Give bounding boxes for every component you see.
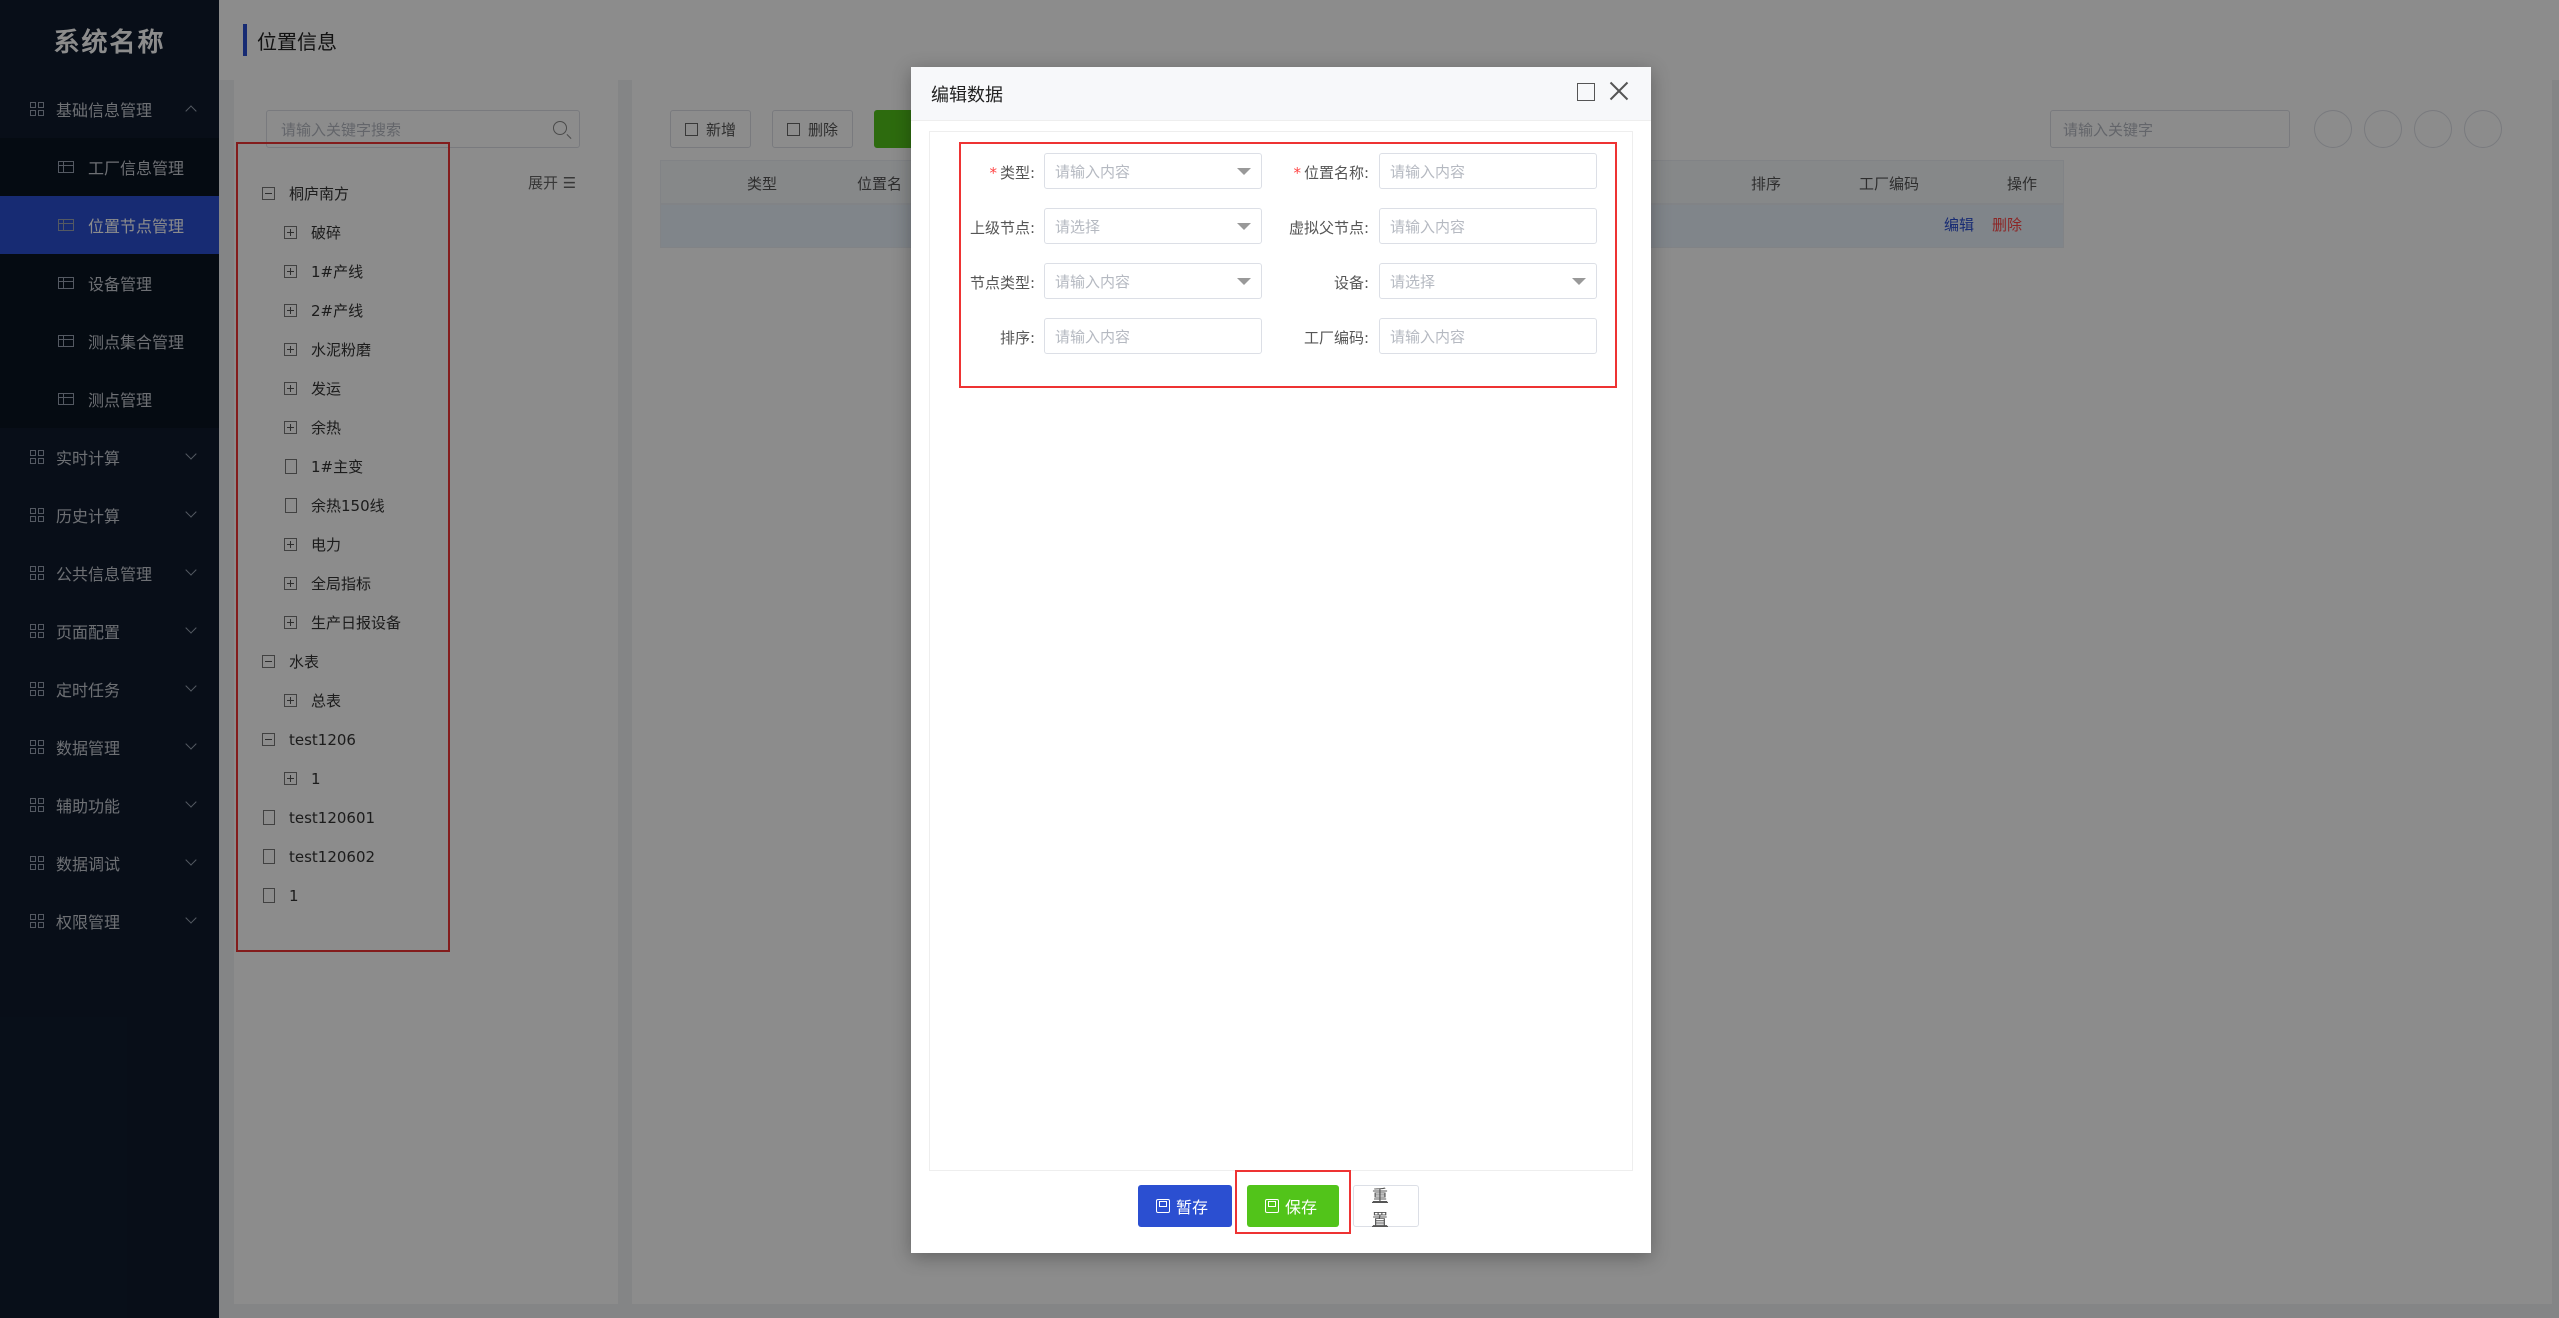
type-select[interactable]: 请输入内容 <box>1044 153 1262 189</box>
edit-dialog: 编辑数据 * 类型: 请输入内容 * 位置名称: 请输入内容 上级节点: 请选择 虚… <box>911 67 1651 1253</box>
virtual-parent-input[interactable]: 请输入内容 <box>1379 208 1597 244</box>
save-icon <box>1156 1199 1170 1213</box>
sort-label: 排序: <box>999 329 1035 347</box>
caret-down-icon <box>1237 223 1251 230</box>
location-name-label: * 位置名称: <box>1293 164 1369 182</box>
node-type-select[interactable]: 请输入内容 <box>1044 263 1262 299</box>
factory-code-label: 工厂编码: <box>1303 329 1369 347</box>
caret-down-icon <box>1237 278 1251 285</box>
factory-code-input[interactable]: 请输入内容 <box>1379 318 1597 354</box>
parent-node-label: 上级节点: <box>969 219 1035 237</box>
parent-node-select[interactable]: 请选择 <box>1044 208 1262 244</box>
caret-down-icon <box>1237 168 1251 175</box>
reset-button[interactable]: 重置 <box>1353 1185 1419 1229</box>
draft-button[interactable]: 暂存 <box>1138 1185 1232 1227</box>
dialog-title: 编辑数据 <box>931 84 1003 106</box>
node-type-label: 节点类型: <box>969 274 1035 292</box>
save-highlight-frame <box>1235 1170 1351 1234</box>
dialog-header: 编辑数据 <box>911 67 1651 121</box>
close-icon[interactable] <box>1605 77 1633 105</box>
device-select[interactable]: 请选择 <box>1379 263 1597 299</box>
type-label: * 类型: <box>989 164 1035 182</box>
device-label: 设备: <box>1333 274 1369 292</box>
sort-input[interactable]: 请输入内容 <box>1044 318 1262 354</box>
caret-down-icon <box>1572 278 1586 285</box>
maximize-icon[interactable] <box>1577 83 1595 101</box>
draft-button-label: 暂存 <box>1176 1198 1209 1217</box>
virtual-parent-label: 虚拟父节点: <box>1288 219 1369 237</box>
location-name-input[interactable]: 请输入内容 <box>1379 153 1597 189</box>
